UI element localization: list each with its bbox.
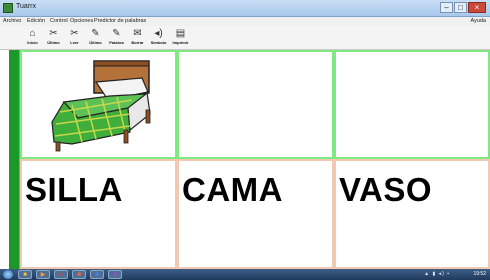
chrome-icon: ● bbox=[59, 272, 63, 278]
speaker-icon: ◂) bbox=[154, 28, 163, 39]
paint-icon: ■ bbox=[77, 272, 81, 278]
taskbar: ■ ▶ ● ■ ■ ■ ▲ ▮ ◂) ▪ 19:52 bbox=[0, 269, 490, 280]
tool-label: Símbolo bbox=[150, 40, 167, 45]
menu-predictor[interactable]: Predictor de palabras bbox=[94, 17, 146, 26]
borrar-button[interactable]: ✉ Borrar bbox=[127, 27, 148, 49]
folder-icon: ■ bbox=[23, 272, 27, 278]
pencil-word-icon: ✎ bbox=[112, 28, 121, 39]
ultimo-button[interactable]: ✂ Último bbox=[43, 27, 64, 49]
taskbar-app[interactable]: ■ bbox=[108, 270, 122, 279]
board-cell-empty[interactable] bbox=[177, 50, 334, 159]
left-sidebar bbox=[0, 50, 20, 269]
leer-button[interactable]: ✂ Leer bbox=[64, 27, 85, 49]
maximize-button[interactable]: □ bbox=[454, 2, 467, 13]
word-label: SILLA bbox=[25, 171, 123, 208]
close-button[interactable]: × bbox=[468, 2, 486, 13]
board-cell-silla[interactable]: SILLA bbox=[20, 159, 177, 269]
menu-bar: Archivo Edición Control Opciones Predict… bbox=[0, 17, 490, 26]
media-player-icon: ▶ bbox=[40, 272, 46, 278]
word-icon: ■ bbox=[95, 272, 99, 278]
clock[interactable]: 19:52 bbox=[473, 270, 486, 279]
word-label: CAMA bbox=[182, 171, 283, 208]
board-cell-cama[interactable]: CAMA bbox=[177, 159, 334, 269]
menu-ayuda[interactable]: Ayuda bbox=[471, 17, 487, 26]
tray-icons[interactable]: ▲ ▮ ◂) ▪ bbox=[424, 270, 450, 279]
title-bar: Tuarrx – □ × bbox=[0, 0, 490, 17]
simbolo-button[interactable]: ◂) Símbolo bbox=[148, 27, 169, 49]
board-cell-vaso[interactable]: VASO bbox=[334, 159, 490, 269]
taskbar-media[interactable]: ▶ bbox=[36, 270, 50, 279]
inicio-button[interactable]: ⌂ Inicio bbox=[22, 27, 43, 49]
taskbar-word[interactable]: ■ bbox=[90, 270, 104, 279]
word-label: VASO bbox=[339, 171, 433, 208]
pencil-icon: ✎ bbox=[91, 28, 100, 39]
palabra-button[interactable]: ✎ Palabra bbox=[106, 27, 127, 49]
menu-edicion[interactable]: Edición bbox=[27, 17, 45, 26]
minimize-button[interactable]: – bbox=[440, 2, 453, 13]
tool-label: Último bbox=[89, 40, 102, 45]
start-button[interactable] bbox=[3, 270, 13, 279]
tool-label: Último bbox=[47, 40, 60, 45]
taskbar-paint[interactable]: ■ bbox=[72, 270, 86, 279]
menu-opciones[interactable]: Opciones bbox=[70, 17, 93, 26]
window-title: Tuarrx bbox=[16, 3, 36, 10]
taskbar-chrome[interactable]: ● bbox=[54, 270, 68, 279]
app-icon bbox=[3, 3, 13, 13]
tool-label: Borrar bbox=[131, 40, 144, 45]
tool-label: Imprimir bbox=[172, 40, 189, 45]
tool-label: Leer bbox=[70, 40, 79, 45]
window-controls: – □ × bbox=[440, 2, 486, 13]
app-icon: ■ bbox=[113, 272, 117, 278]
sidebar-stripe bbox=[9, 50, 19, 269]
imprimir-button[interactable]: ▤ Imprimir bbox=[170, 27, 191, 49]
bed-picture bbox=[51, 60, 151, 152]
back-icon: ✂ bbox=[49, 28, 58, 39]
menu-control[interactable]: Control bbox=[50, 17, 68, 26]
board-cell-bed[interactable] bbox=[20, 50, 177, 159]
home-icon: ⌂ bbox=[29, 28, 36, 39]
ultimo-pencil-button[interactable]: ✎ Último bbox=[85, 27, 106, 49]
pictogram-board: SILLA CAMA VASO bbox=[20, 50, 490, 269]
read-icon: ✂ bbox=[70, 28, 79, 39]
printer-icon: ▤ bbox=[175, 28, 186, 39]
board-cell-empty[interactable] bbox=[334, 50, 490, 159]
toolbar: ⌂ Inicio ✂ Último ✂ Leer ✎ Último ✎ Pala… bbox=[0, 26, 490, 50]
menu-archivo[interactable]: Archivo bbox=[3, 17, 21, 26]
tool-label: Palabra bbox=[109, 40, 124, 45]
tool-label: Inicio bbox=[27, 40, 38, 45]
eraser-icon: ✉ bbox=[133, 28, 142, 39]
taskbar-folder[interactable]: ■ bbox=[18, 270, 32, 279]
